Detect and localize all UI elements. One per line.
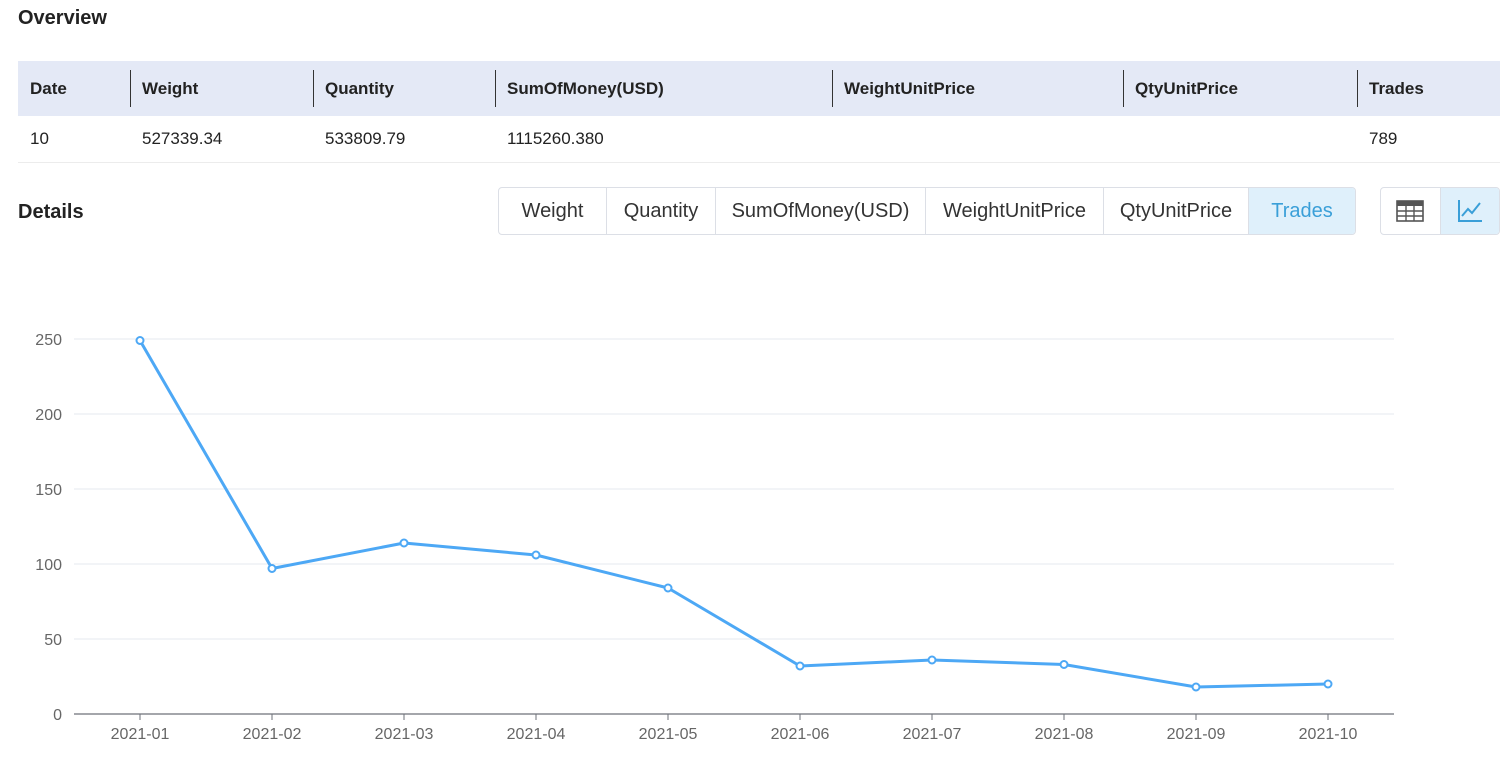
data-point: [795, 661, 805, 671]
series-line: [138, 339, 1329, 689]
y-tick-label: 200: [35, 407, 62, 424]
x-tick-label: 2021-06: [771, 726, 830, 743]
header-weight-unit-price: WeightUnitPrice: [832, 61, 1123, 116]
tab-weight[interactable]: Weight: [499, 188, 607, 234]
data-point: [531, 550, 541, 560]
x-tick-label: 2021-09: [1167, 726, 1226, 743]
cell-trades: 789: [1369, 129, 1398, 148]
cell-date: 10: [30, 129, 49, 148]
cell-quantity: 533809.79: [325, 129, 406, 148]
data-point: [267, 564, 277, 573]
y-tick-label: 250: [35, 332, 62, 349]
data-point: [1191, 682, 1201, 692]
trades-line-chart: 0 50 100 150 200 250 2021-01 2021-02 2021-03 2021…: [35, 332, 1394, 743]
x-tick-label: 2021-10: [1299, 726, 1358, 743]
tab-quantity[interactable]: Quantity: [607, 188, 716, 234]
cell-sum-of-money: 1115260.380: [507, 129, 604, 148]
header-quantity: Quantity: [313, 61, 495, 116]
y-tick-label: 50: [44, 632, 62, 649]
data-point: [927, 655, 937, 665]
tab-trades[interactable]: Trades: [1249, 188, 1355, 234]
details-title: Details: [18, 201, 84, 223]
y-tick-label: 100: [35, 557, 62, 574]
tab-weight-unit-price[interactable]: WeightUnitPrice: [926, 188, 1104, 234]
data-point: [135, 336, 145, 345]
line-chart-icon: [1457, 200, 1482, 222]
header-trades: Trades: [1357, 61, 1500, 116]
metric-tabs: Weight Quantity SumOfMoney(USD) WeightUn…: [498, 187, 1356, 235]
header-date: Date: [30, 78, 67, 98]
tab-sum-of-money[interactable]: SumOfMoney(USD): [716, 188, 926, 234]
view-toggle: [1380, 187, 1500, 235]
data-point: [663, 583, 673, 593]
x-tick-label: 2021-07: [903, 726, 962, 743]
table-header-row: Date Weight Quantity SumOfMoney(USD) Wei…: [18, 61, 1500, 116]
header-qty-unit-price: QtyUnitPrice: [1123, 61, 1357, 116]
x-tick-label: 2021-01: [111, 726, 170, 743]
table-icon: [1396, 200, 1425, 222]
chart-view-button[interactable]: [1439, 188, 1499, 234]
data-point: [1323, 679, 1333, 689]
y-tick-label: 0: [53, 707, 62, 724]
table-row: 10 527339.34 533809.79 1115260.380 789: [18, 116, 1500, 163]
overview-title: Overview: [18, 7, 107, 29]
data-point: [1059, 660, 1069, 669]
table-view-button[interactable]: [1381, 188, 1440, 234]
tab-qty-unit-price[interactable]: QtyUnitPrice: [1104, 188, 1249, 234]
cell-weight-unit-price: [832, 116, 1123, 162]
y-tick-label: 150: [35, 482, 62, 499]
cell-weight: 527339.34: [142, 129, 223, 148]
x-tick-label: 2021-05: [639, 726, 698, 743]
header-sum-of-money: SumOfMoney(USD): [495, 61, 832, 116]
data-point: [399, 538, 409, 548]
x-tick-label: 2021-02: [243, 726, 302, 743]
header-weight: Weight: [130, 61, 313, 116]
cell-qty-unit-price: [1123, 116, 1357, 162]
x-tick-label: 2021-03: [375, 726, 434, 743]
x-tick-label: 2021-04: [507, 726, 566, 743]
x-tick-label: 2021-08: [1035, 726, 1094, 743]
overview-table: Date Weight Quantity SumOfMoney(USD) Wei…: [18, 61, 1500, 163]
